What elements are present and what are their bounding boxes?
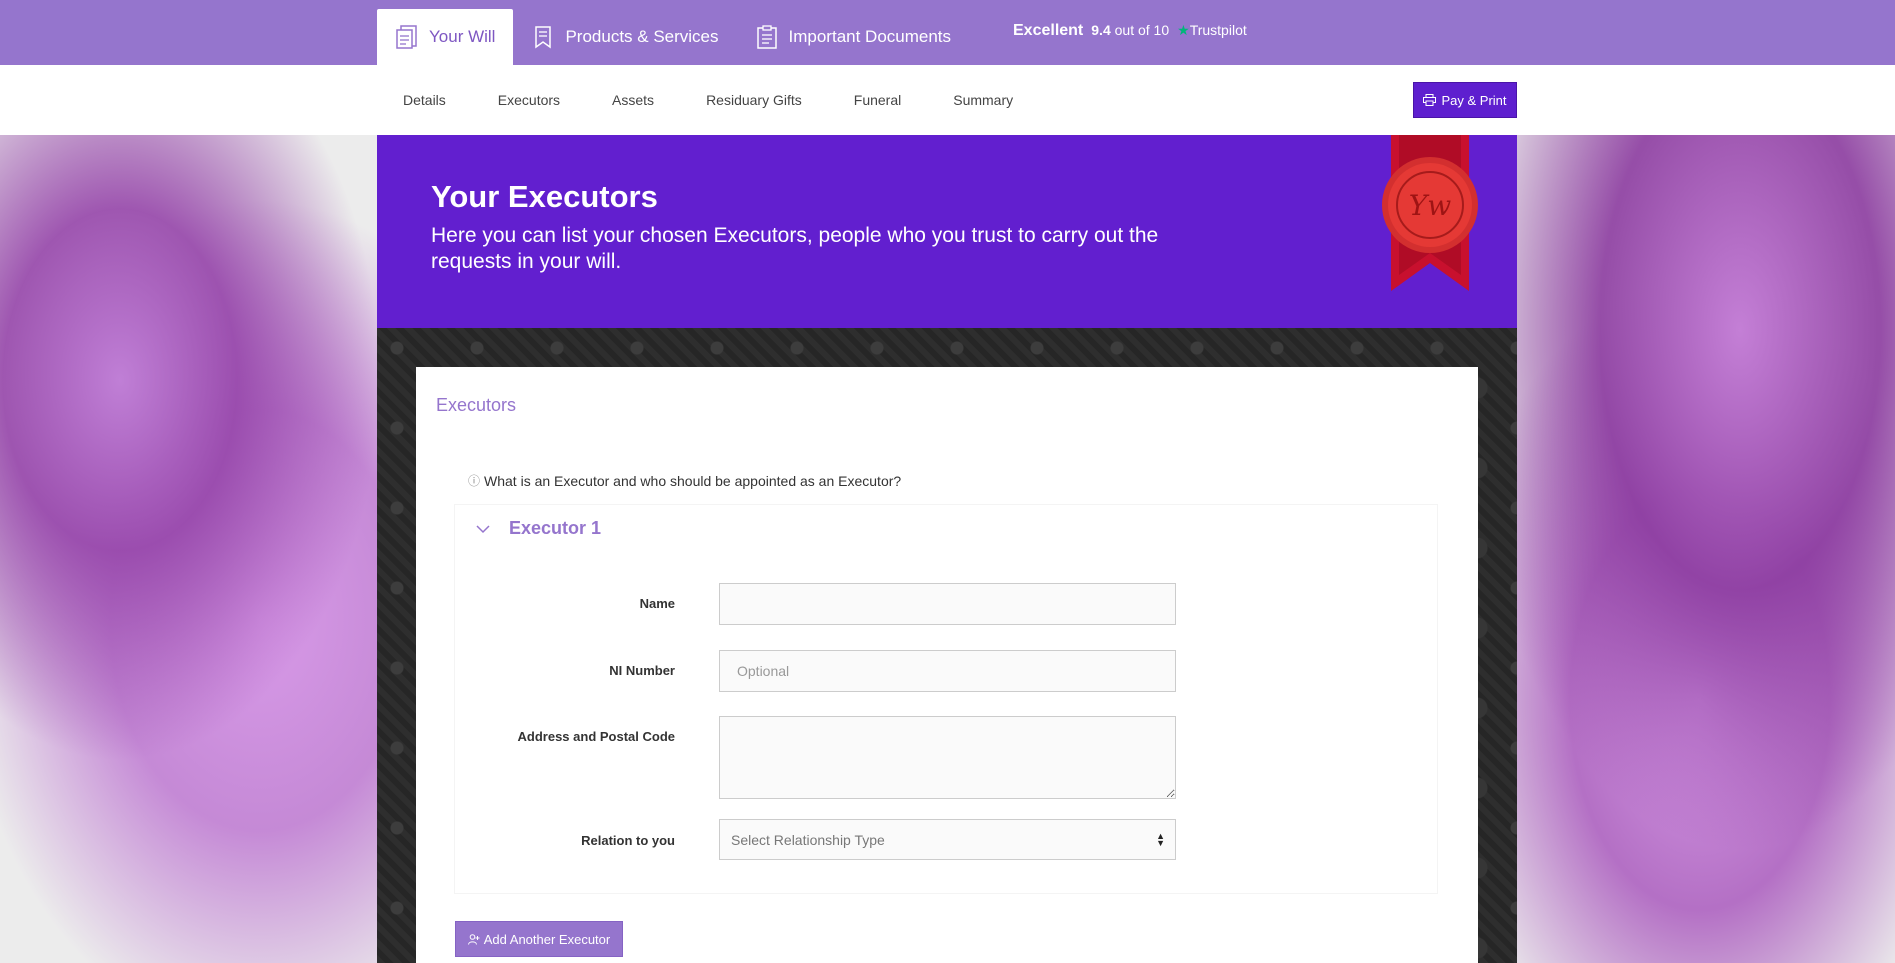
relationship-selected-value: Select Relationship Type (731, 831, 885, 848)
trustpilot-logo: ★Trustpilot (1177, 22, 1247, 38)
pay-and-print-label: Pay & Print (1441, 92, 1507, 108)
executor-panel: Executor 1 Name NI Number Address and Po… (454, 504, 1438, 894)
tab-products-services[interactable]: Products & Services (513, 9, 736, 65)
page-subtitle: Here you can list your chosen Executors,… (431, 224, 1159, 273)
executor-panel-header[interactable]: Executor 1 (475, 518, 601, 539)
ni-number-label: NI Number (609, 663, 675, 678)
subnav-summary[interactable]: Summary (927, 92, 1039, 108)
help-text: What is an Executor and who should be ap… (484, 472, 902, 489)
tab-label: Your Will (429, 27, 496, 46)
printer-icon (1423, 94, 1437, 106)
subnav-details[interactable]: Details (377, 92, 472, 108)
add-user-icon (467, 933, 480, 945)
chevron-down-icon (476, 524, 490, 533)
tab-label: Products & Services (565, 27, 719, 46)
bookmark-icon (535, 26, 552, 49)
trustpilot-star-icon: ★ (1177, 22, 1190, 38)
subnav-residuary-gifts[interactable]: Residuary Gifts (680, 92, 828, 108)
svg-text:Yw: Yw (1409, 189, 1451, 222)
subnav-funeral[interactable]: Funeral (828, 92, 927, 108)
address-textarea[interactable] (719, 716, 1176, 799)
card-title: Executors (436, 395, 517, 415)
page-title: Your Executors (431, 179, 658, 214)
address-label: Address and Postal Code (517, 729, 675, 744)
name-label: Name (639, 596, 675, 611)
top-navigation-bar: Your Will Products & Services Important … (0, 0, 1895, 65)
add-another-executor-label: Add Another Executor (483, 931, 611, 947)
ni-number-input[interactable] (719, 650, 1176, 692)
executor-heading: Executor 1 (509, 518, 602, 538)
relationship-select[interactable]: Select Relationship Type ▲ ▼ (719, 819, 1176, 860)
top-nav-tabs: Your Will Products & Services Important … (377, 9, 969, 65)
executors-form-card: Executors ⓘ What is an Executor and who … (416, 367, 1478, 963)
add-another-executor-button[interactable]: Add Another Executor (455, 921, 623, 957)
will-document-icon (396, 25, 417, 49)
pay-and-print-button[interactable]: Pay & Print (1413, 82, 1517, 118)
trustpilot-score: 9.4 out of 10 (1091, 22, 1170, 38)
section-navigation: Details Executors Assets Residuary Gifts… (0, 65, 1895, 135)
clipboard-icon (756, 25, 777, 49)
relation-label: Relation to you (581, 833, 675, 848)
tab-important-documents[interactable]: Important Documents (737, 9, 970, 65)
subnav-assets[interactable]: Assets (586, 92, 680, 108)
name-input[interactable] (719, 583, 1176, 625)
wax-seal-ribbon-icon: Yw (1382, 135, 1478, 291)
tab-your-will[interactable]: Your Will (377, 9, 514, 65)
info-icon: ⓘ (468, 474, 481, 488)
select-arrows-icon: ▲ ▼ (1156, 830, 1165, 848)
tab-label: Important Documents (788, 27, 952, 46)
trustpilot-widget[interactable]: Excellent 9.4 out of 10 ★Trustpilot (1013, 22, 1247, 40)
subnav-executors[interactable]: Executors (472, 92, 586, 108)
trustpilot-rating-word: Excellent (1013, 22, 1084, 39)
page-header-banner: Your Executors Here you can list your ch… (377, 135, 1517, 328)
executor-help-link[interactable]: ⓘ What is an Executor and who should be … (468, 472, 901, 489)
